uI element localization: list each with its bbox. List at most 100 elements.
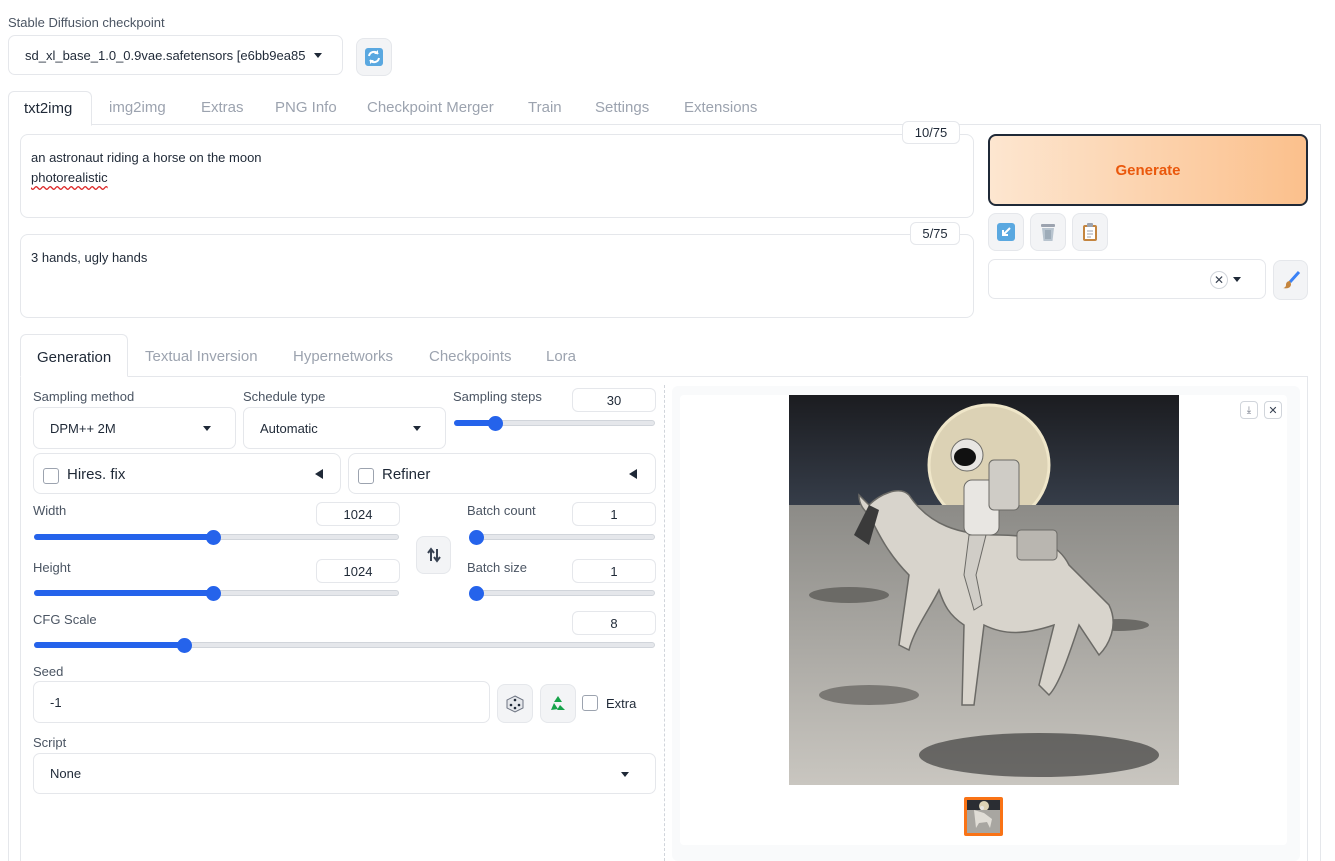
tab-txt2img[interactable]: txt2img [8,91,92,126]
arrow-icon [997,223,1015,241]
sampling-method-label: Sampling method [33,389,135,404]
width-label: Width [33,503,67,518]
slider-fill [34,534,212,540]
tab-png-info[interactable]: PNG Info [275,99,337,116]
batch-count-label: Batch count [467,503,536,518]
height-label: Height [33,560,71,575]
edit-styles-button[interactable] [1273,260,1308,300]
generate-button[interactable]: Generate [988,134,1308,206]
random-seed-button[interactable] [497,684,533,723]
cfg-scale-label: CFG Scale [33,612,97,627]
tab-settings[interactable]: Settings [595,99,649,116]
download-icon[interactable]: ⤓ [1240,401,1258,419]
cfg-scale-slider[interactable] [34,638,655,653]
prompt-textarea[interactable]: an astronaut riding a horse on the moon … [20,134,974,218]
close-icon[interactable]: ✕ [1210,271,1228,289]
clipboard-icon [1083,223,1097,241]
generated-image[interactable] [789,395,1179,785]
sampling-steps-slider[interactable] [454,416,655,431]
extra-seed-label: Extra [606,696,637,711]
height-input[interactable]: 1024 [316,559,400,583]
hires-fix-accordion[interactable]: Hires. fix [33,453,341,494]
extra-seed-checkbox[interactable] [582,695,598,711]
trash-icon [1041,224,1055,241]
paintbrush-icon [1282,270,1300,289]
width-slider[interactable] [34,530,399,545]
batch-size-input[interactable]: 1 [572,559,656,583]
slider-thumb[interactable] [469,586,484,601]
swap-dimensions-button[interactable] [416,536,451,574]
refresh-checkpoint-button[interactable] [356,38,392,76]
slider-thumb[interactable] [487,416,503,431]
slider-thumb[interactable] [205,530,221,545]
chevron-down-icon [413,426,421,431]
slider-thumb[interactable] [469,530,484,545]
recycle-icon [551,695,565,710]
slider-thumb[interactable] [205,586,221,601]
tab-checkpoint-merger[interactable]: Checkpoint Merger [367,99,494,116]
prompt-line: photorealistic [31,170,108,185]
generate-label: Generate [1115,161,1181,179]
checkpoint-label: Stable Diffusion checkpoint [8,15,165,30]
slider-fill [34,590,212,596]
chevron-down-icon [1233,277,1241,282]
sampling-steps-label: Sampling steps [453,389,542,404]
script-dropdown[interactable]: None [33,753,656,794]
batch-count-input[interactable]: 1 [572,502,656,526]
clear-prompt-button[interactable] [1030,213,1066,251]
slider-thumb[interactable] [176,638,192,653]
tab-train[interactable]: Train [528,99,562,116]
tab-label: Generation [37,349,112,366]
cfg-scale-input[interactable]: 8 [572,611,656,635]
tab-extensions[interactable]: Extensions [684,99,757,116]
tab-label: txt2img [24,100,73,117]
reuse-seed-button[interactable] [540,684,576,723]
refiner-checkbox[interactable] [358,468,374,484]
tab-generation[interactable]: Generation [20,334,128,377]
negative-prompt-text: 3 hands, ugly hands [31,250,148,265]
refiner-label: Refiner [382,466,431,483]
seed-label: Seed [33,664,64,679]
width-input[interactable]: 1024 [316,502,400,526]
schedule-type-dropdown[interactable]: Automatic [243,407,446,449]
sampling-method-dropdown[interactable]: DPM++ 2M [33,407,236,449]
collapse-arrow-icon [315,469,323,479]
tab-img2img[interactable]: img2img [109,99,166,116]
slider-fill [34,642,183,648]
schedule-type-label: Schedule type [243,389,326,404]
close-icon[interactable]: ✕ [1264,401,1282,419]
negative-prompt-textarea[interactable]: 3 hands, ugly hands [20,234,974,318]
dice-icon [506,694,524,713]
paste-styles-button[interactable] [1072,213,1108,251]
tab-hypernetworks[interactable]: Hypernetworks [293,348,393,365]
astronaut-horse-image [789,395,1179,785]
hires-fix-label: Hires. fix [67,466,126,483]
schedule-type-value: Automatic [260,420,318,436]
read-params-button[interactable] [988,213,1024,251]
tab-extras[interactable]: Extras [201,99,244,116]
checkpoint-dropdown[interactable]: sd_xl_base_1.0_0.9vae.safetensors [e6bb9… [8,35,343,75]
height-slider[interactable] [34,586,399,601]
thumbnail-image [967,800,1000,833]
refresh-icon [365,48,383,66]
script-value: None [50,766,82,781]
seed-input[interactable]: -1 [33,681,490,723]
tab-lora[interactable]: Lora [546,348,576,365]
swap-dimensions-icon [426,547,441,563]
hires-fix-checkbox[interactable] [43,468,59,484]
styles-dropdown[interactable]: ✕ [988,259,1266,299]
sampling-method-value: DPM++ 2M [50,420,116,436]
sampling-steps-input[interactable]: 30 [572,388,656,412]
batch-size-slider[interactable] [469,586,655,601]
prompt-line: an astronaut riding a horse on the moon [31,150,262,165]
batch-count-slider[interactable] [469,530,655,545]
checkpoint-value: sd_xl_base_1.0_0.9vae.safetensors [e6bb9… [25,47,306,63]
negative-token-counter: 5/75 [910,222,960,245]
gallery-thumbnail[interactable] [964,797,1003,836]
tab-textual-inversion[interactable]: Textual Inversion [145,348,258,365]
chevron-down-icon [314,53,322,58]
script-label: Script [33,735,67,750]
prompt-token-counter: 10/75 [902,121,960,144]
tab-checkpoints[interactable]: Checkpoints [429,348,512,365]
refiner-accordion[interactable]: Refiner [348,453,656,494]
